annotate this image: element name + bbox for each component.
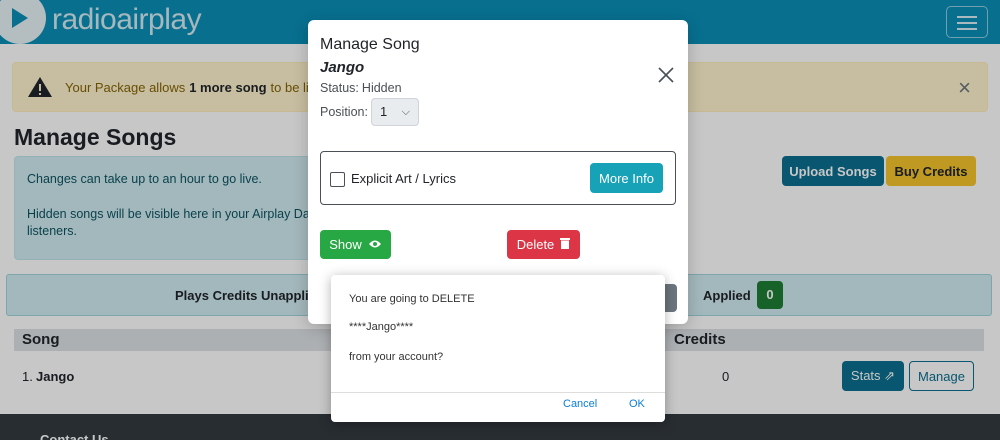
confirm-delete-dialog: You are going to DELETE ****Jango**** fr… — [331, 275, 665, 422]
explicit-box: Explicit Art / Lyrics More Info — [320, 151, 676, 205]
position-label: Position: — [320, 105, 368, 119]
confirm-line-1: You are going to DELETE — [349, 293, 475, 305]
ok-button[interactable]: OK — [629, 398, 645, 410]
explicit-label: Explicit Art / Lyrics — [351, 171, 456, 186]
more-info-button[interactable]: More Info — [590, 163, 663, 193]
cancel-button[interactable]: Cancel — [563, 398, 597, 410]
chevron-down-icon: ⌵ — [401, 106, 410, 118]
position-value: 1 — [380, 104, 388, 119]
explicit-checkbox[interactable] — [330, 172, 345, 187]
modal-title: Manage Song — [320, 36, 420, 53]
show-button[interactable]: Show — [320, 230, 391, 259]
secondary-button-edge[interactable] — [665, 284, 677, 312]
status-value: Hidden — [361, 81, 402, 95]
trash-icon — [560, 237, 571, 252]
show-label: Show — [329, 237, 362, 252]
confirm-line-3: from your account? — [349, 351, 444, 363]
close-icon[interactable] — [656, 66, 676, 86]
status-label: Status: — [320, 81, 359, 95]
modal-song-name: Jango — [320, 59, 365, 76]
eye-icon — [368, 237, 382, 252]
dialog-divider — [331, 392, 665, 393]
delete-button[interactable]: Delete — [507, 230, 580, 259]
delete-label: Delete — [516, 237, 555, 252]
modal-status: Status: Hidden — [320, 81, 402, 95]
confirm-line-2: ****Jango**** — [349, 321, 414, 333]
position-select[interactable]: 1 ⌵ — [371, 98, 419, 126]
